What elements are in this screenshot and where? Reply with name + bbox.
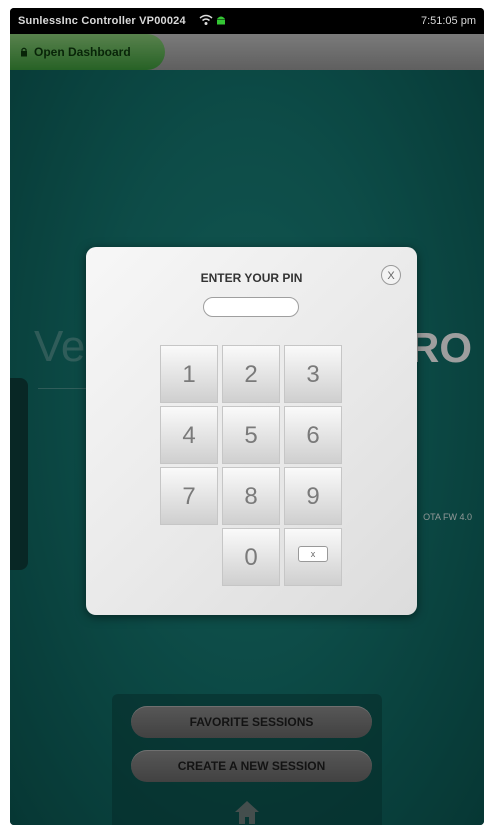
pin-input[interactable] [203,297,299,317]
key-9[interactable]: 9 [284,467,342,525]
key-5[interactable]: 5 [222,406,280,464]
pin-keypad: 1 2 3 4 5 6 7 8 9 0 x [160,345,344,586]
backspace-icon: x [298,546,328,562]
key-6[interactable]: 6 [284,406,342,464]
app-screen: Open Dashboard Ve RO OTA FW 4.0 FAVORITE… [10,34,484,825]
key-2[interactable]: 2 [222,345,280,403]
pin-dialog: ENTER YOUR PIN X 1 2 3 4 5 6 7 8 9 0 x [86,247,417,615]
key-1[interactable]: 1 [160,345,218,403]
device-frame: SunlessInc Controller VP00024 7:51:05 pm… [10,8,484,825]
close-icon[interactable]: X [381,265,401,285]
status-title: SunlessInc Controller VP00024 [18,15,186,27]
status-bar: SunlessInc Controller VP00024 7:51:05 pm [10,8,484,34]
wifi-icon [199,14,213,25]
backspace-button[interactable]: x [284,528,342,586]
android-icon [217,16,225,25]
status-time: 7:51:05 pm [420,15,476,27]
key-8[interactable]: 8 [222,467,280,525]
key-7[interactable]: 7 [160,467,218,525]
key-4[interactable]: 4 [160,406,218,464]
key-3[interactable]: 3 [284,345,342,403]
key-0[interactable]: 0 [222,528,280,586]
pin-dialog-title: ENTER YOUR PIN [200,271,303,285]
